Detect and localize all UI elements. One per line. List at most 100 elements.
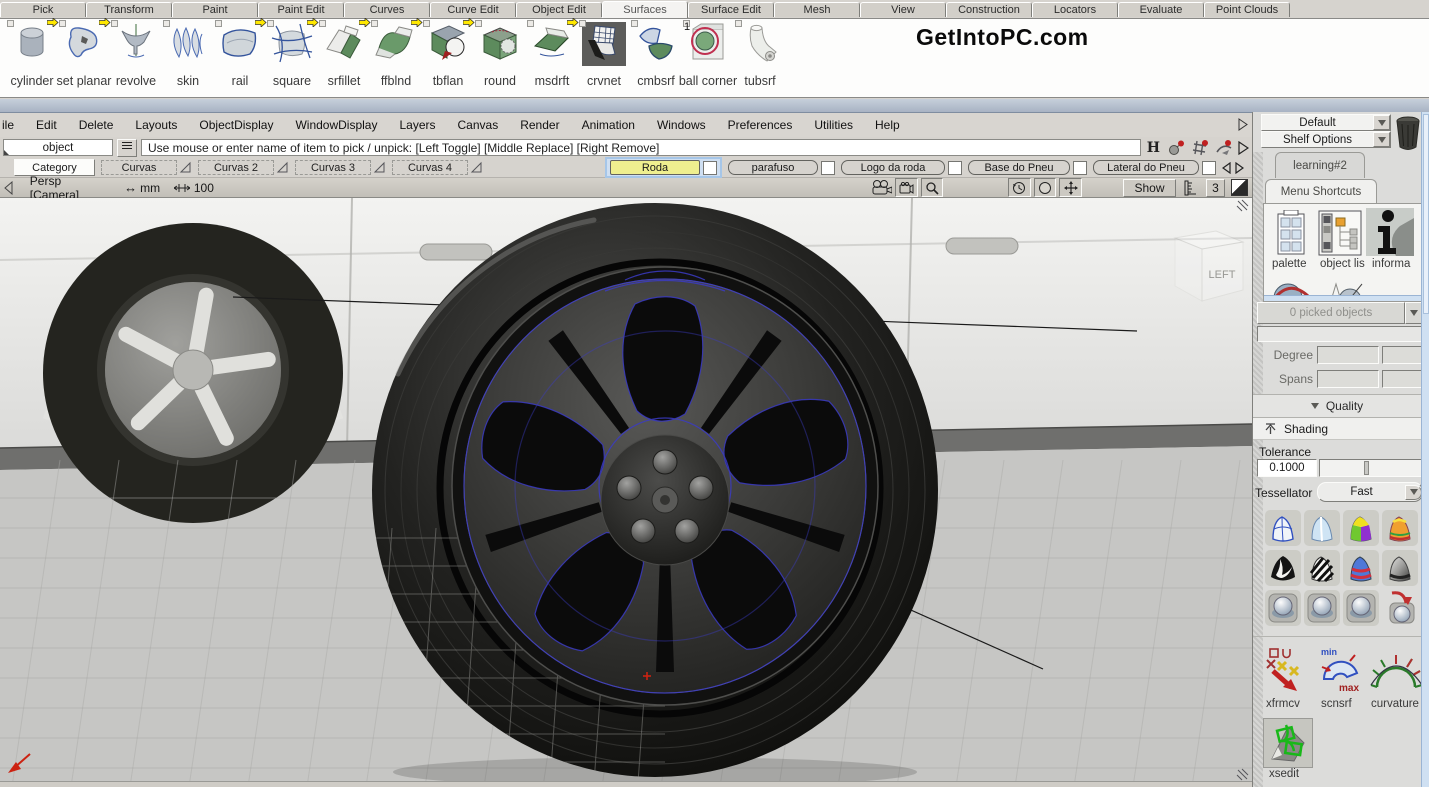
tolerance-value-field[interactable]: 0.1000: [1257, 459, 1317, 477]
shade-texture-icon[interactable]: [1382, 510, 1418, 546]
tab-curves[interactable]: Curves: [344, 2, 430, 17]
diagnostic-sphere-1-icon[interactable]: [1265, 590, 1301, 626]
layer-checkbox[interactable]: [948, 161, 962, 175]
tool-rail[interactable]: rail: [214, 22, 266, 97]
diagnostic-sphere-3-icon[interactable]: [1343, 590, 1379, 626]
pan-move-icon[interactable]: [1059, 178, 1082, 197]
layer-scroll-right-icon[interactable]: [1235, 162, 1244, 174]
tab-paint[interactable]: Paint: [172, 2, 258, 17]
tool-revolve[interactable]: revolve: [110, 22, 162, 97]
layer-lateral-do-pneu[interactable]: Lateral do Pneu: [1093, 160, 1216, 175]
layer-draw-mode-icon[interactable]: [179, 161, 192, 174]
shade-multicolor-icon[interactable]: [1343, 510, 1379, 546]
zoom-icon[interactable]: [921, 178, 944, 197]
tool-cylinder[interactable]: cylinder: [6, 22, 58, 97]
tool-crvnet[interactable]: crvnet: [578, 22, 630, 97]
shade-bluestripe-icon[interactable]: [1343, 550, 1379, 586]
degree-field-1[interactable]: [1317, 346, 1379, 364]
prompt-history-icon[interactable]: [117, 139, 137, 157]
palette-hscrollbar[interactable]: [1264, 295, 1421, 301]
layer-draw-mode-icon[interactable]: [470, 161, 483, 174]
sidebar-scrollbar[interactable]: [1421, 112, 1429, 787]
tab-object-edit[interactable]: Object Edit: [516, 2, 602, 17]
xfrmcv-icon[interactable]: [1263, 645, 1309, 693]
layer-scroll-left-icon[interactable]: [1222, 162, 1231, 174]
layer-curvas-3[interactable]: Curvas 3: [295, 160, 386, 175]
spans-field-2[interactable]: [1382, 370, 1422, 388]
snap-curve-icon[interactable]: [1214, 139, 1234, 156]
picked-name-field[interactable]: [1257, 326, 1422, 342]
layer-curvas-2[interactable]: Curvas 2: [198, 160, 289, 175]
shade-blackwhite-icon[interactable]: [1265, 550, 1301, 586]
pane-count-button[interactable]: 3: [1206, 179, 1226, 197]
shelf-options-dropdown[interactable]: Shelf Options: [1261, 131, 1391, 148]
tab-evaluate[interactable]: Evaluate: [1118, 2, 1204, 17]
menu-utilities[interactable]: Utilities: [803, 118, 864, 132]
layer-checkbox[interactable]: [1202, 161, 1216, 175]
menu-layers[interactable]: Layers: [388, 118, 446, 132]
tolerance-slider[interactable]: [1319, 459, 1422, 477]
layer-curvas[interactable]: Curvas: [101, 160, 192, 175]
menu-canvas[interactable]: Canvas: [447, 118, 510, 132]
tab-surfaces[interactable]: Surfaces: [602, 1, 688, 18]
viewport-corner-icon[interactable]: [4, 181, 14, 195]
select-circle-icon[interactable]: [1034, 178, 1057, 197]
tab-point-clouds[interactable]: Point Clouds: [1204, 2, 1290, 17]
layout-switch-icon[interactable]: [1231, 179, 1248, 196]
tessellator-dropdown[interactable]: Fast: [1317, 482, 1423, 502]
tool-cmbsrf[interactable]: cmbsrf: [630, 22, 682, 97]
layer-checkbox[interactable]: [1073, 161, 1087, 175]
menu-animation[interactable]: Animation: [571, 118, 646, 132]
tab-surface-edit[interactable]: Surface Edit: [688, 2, 774, 17]
camera-view-icon[interactable]: [895, 178, 918, 197]
tool-skin[interactable]: skin: [162, 22, 214, 97]
tab-construction[interactable]: Construction: [946, 2, 1032, 17]
scene-3d[interactable]: LEFT: [0, 198, 1252, 787]
menu-windows[interactable]: Windows: [646, 118, 717, 132]
tool-ffblnd[interactable]: ffblnd: [370, 22, 422, 97]
layer-checkbox[interactable]: [821, 161, 835, 175]
shade-wireframe-icon[interactable]: [1265, 510, 1301, 546]
ruler-icon[interactable]: [1182, 180, 1200, 196]
degree-field-2[interactable]: [1382, 346, 1422, 364]
tab-view[interactable]: View: [860, 2, 946, 17]
render-sphere-icon[interactable]: [1382, 590, 1418, 626]
menu-file[interactable]: ile: [0, 118, 25, 132]
tool-square[interactable]: square: [266, 22, 318, 97]
menu-delete[interactable]: Delete: [68, 118, 125, 132]
tool-tubsrf[interactable]: tubsrf: [734, 22, 786, 97]
spans-field-1[interactable]: [1317, 370, 1379, 388]
tool-srfillet[interactable]: srfillet: [318, 22, 370, 97]
tab-transform[interactable]: Transform: [86, 2, 172, 17]
tool-set-planar[interactable]: set planar: [58, 22, 110, 97]
tool-tbflan[interactable]: tbflan: [422, 22, 474, 97]
menu-help[interactable]: Help: [864, 118, 911, 132]
history-toggle-icon[interactable]: H: [1145, 140, 1162, 156]
layer-curvas-4[interactable]: Curvas 4: [392, 160, 483, 175]
object-list-icon[interactable]: [1318, 210, 1362, 256]
tool-round[interactable]: round: [474, 22, 526, 97]
prompt-expand-arrow-icon[interactable]: [1238, 141, 1249, 155]
layer-parafuso[interactable]: parafuso: [728, 160, 835, 175]
tab-locators[interactable]: Locators: [1032, 2, 1118, 17]
diagnostic-sphere-2-icon[interactable]: [1304, 590, 1340, 626]
quality-section-header[interactable]: Quality: [1253, 394, 1421, 418]
prompt-input[interactable]: Use mouse or enter name of item to pick …: [141, 139, 1141, 156]
menu-objectdisplay[interactable]: ObjectDisplay: [188, 118, 284, 132]
snap-point-icon[interactable]: [1166, 139, 1186, 156]
palette-icon[interactable]: [1270, 210, 1314, 256]
show-button[interactable]: Show: [1123, 179, 1176, 197]
layer-draw-mode-icon[interactable]: [276, 161, 289, 174]
history-rewind-icon[interactable]: [1008, 178, 1031, 197]
menu-scroll-arrow-icon[interactable]: [1238, 118, 1248, 131]
layer-draw-mode-icon[interactable]: [373, 161, 386, 174]
tab-learning2[interactable]: learning#2: [1275, 152, 1365, 178]
menu-render[interactable]: Render: [509, 118, 570, 132]
slider-handle[interactable]: [1364, 461, 1369, 475]
layer-base-do-pneu[interactable]: Base do Pneu: [968, 160, 1087, 175]
menu-windowdisplay[interactable]: WindowDisplay: [284, 118, 388, 132]
shelf-select-dropdown[interactable]: Default: [1261, 114, 1391, 131]
picked-objects-status[interactable]: 0 picked objects: [1257, 302, 1405, 324]
pick-target-select[interactable]: object: [3, 139, 113, 156]
shade-flat-icon[interactable]: [1304, 510, 1340, 546]
